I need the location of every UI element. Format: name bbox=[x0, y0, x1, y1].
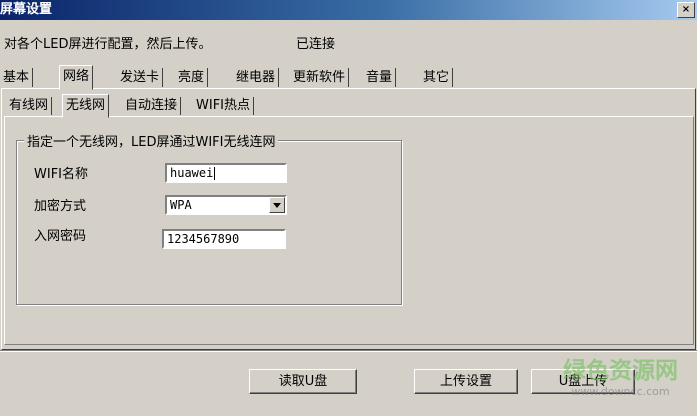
encryption-value: WPA bbox=[170, 198, 192, 212]
tab-auto-connect[interactable]: 自动连接 bbox=[122, 97, 182, 115]
encryption-label: 加密方式 bbox=[34, 199, 87, 214]
title-bar: 屏幕设置 × bbox=[0, 0, 697, 20]
wireless-group-title: 指定一个无线网，LED屏通过WIFI无线连网 bbox=[24, 131, 279, 150]
password-value: 1234567890 bbox=[167, 232, 240, 246]
tab-wireless[interactable]: 无线网 bbox=[62, 94, 110, 118]
tab-sender-card[interactable]: 发送卡 bbox=[117, 68, 164, 87]
usb-upload-button[interactable]: U盘上传 bbox=[531, 369, 635, 394]
tab-volume[interactable]: 音量 bbox=[363, 68, 397, 87]
encryption-select[interactable]: WPA bbox=[165, 195, 287, 215]
text-caret bbox=[214, 167, 216, 180]
password-label: 入网密码 bbox=[34, 229, 87, 244]
intro-text: 对各个LED屏进行配置，然后上传。 bbox=[4, 37, 212, 52]
tab-update-software[interactable]: 更新软件 bbox=[290, 68, 350, 87]
tab-brightness[interactable]: 亮度 bbox=[175, 68, 209, 87]
tab-other[interactable]: 其它 bbox=[420, 68, 454, 87]
tab-wired[interactable]: 有线网 bbox=[6, 97, 53, 115]
wifi-name-label: WIFI名称 bbox=[34, 167, 88, 182]
footer-divider bbox=[0, 350, 697, 352]
chevron-down-icon[interactable] bbox=[269, 197, 285, 213]
wifi-name-input[interactable]: huawei bbox=[165, 163, 287, 183]
tab-wifi-hotspot[interactable]: WIFI热点 bbox=[193, 97, 254, 115]
wifi-name-value: huawei bbox=[170, 166, 214, 180]
close-button[interactable]: × bbox=[677, 2, 695, 18]
window-title: 屏幕设置 bbox=[0, 2, 53, 17]
read-usb-button[interactable]: 读取U盘 bbox=[249, 369, 357, 394]
connection-status: 已连接 bbox=[296, 37, 336, 52]
password-input[interactable]: 1234567890 bbox=[162, 229, 286, 249]
upload-settings-button[interactable]: 上传设置 bbox=[414, 369, 518, 394]
tab-basic[interactable]: 基本 bbox=[0, 68, 34, 87]
close-icon: × bbox=[681, 4, 691, 15]
tab-relay[interactable]: 继电器 bbox=[233, 68, 280, 87]
tab-network[interactable]: 网络 bbox=[59, 65, 94, 90]
